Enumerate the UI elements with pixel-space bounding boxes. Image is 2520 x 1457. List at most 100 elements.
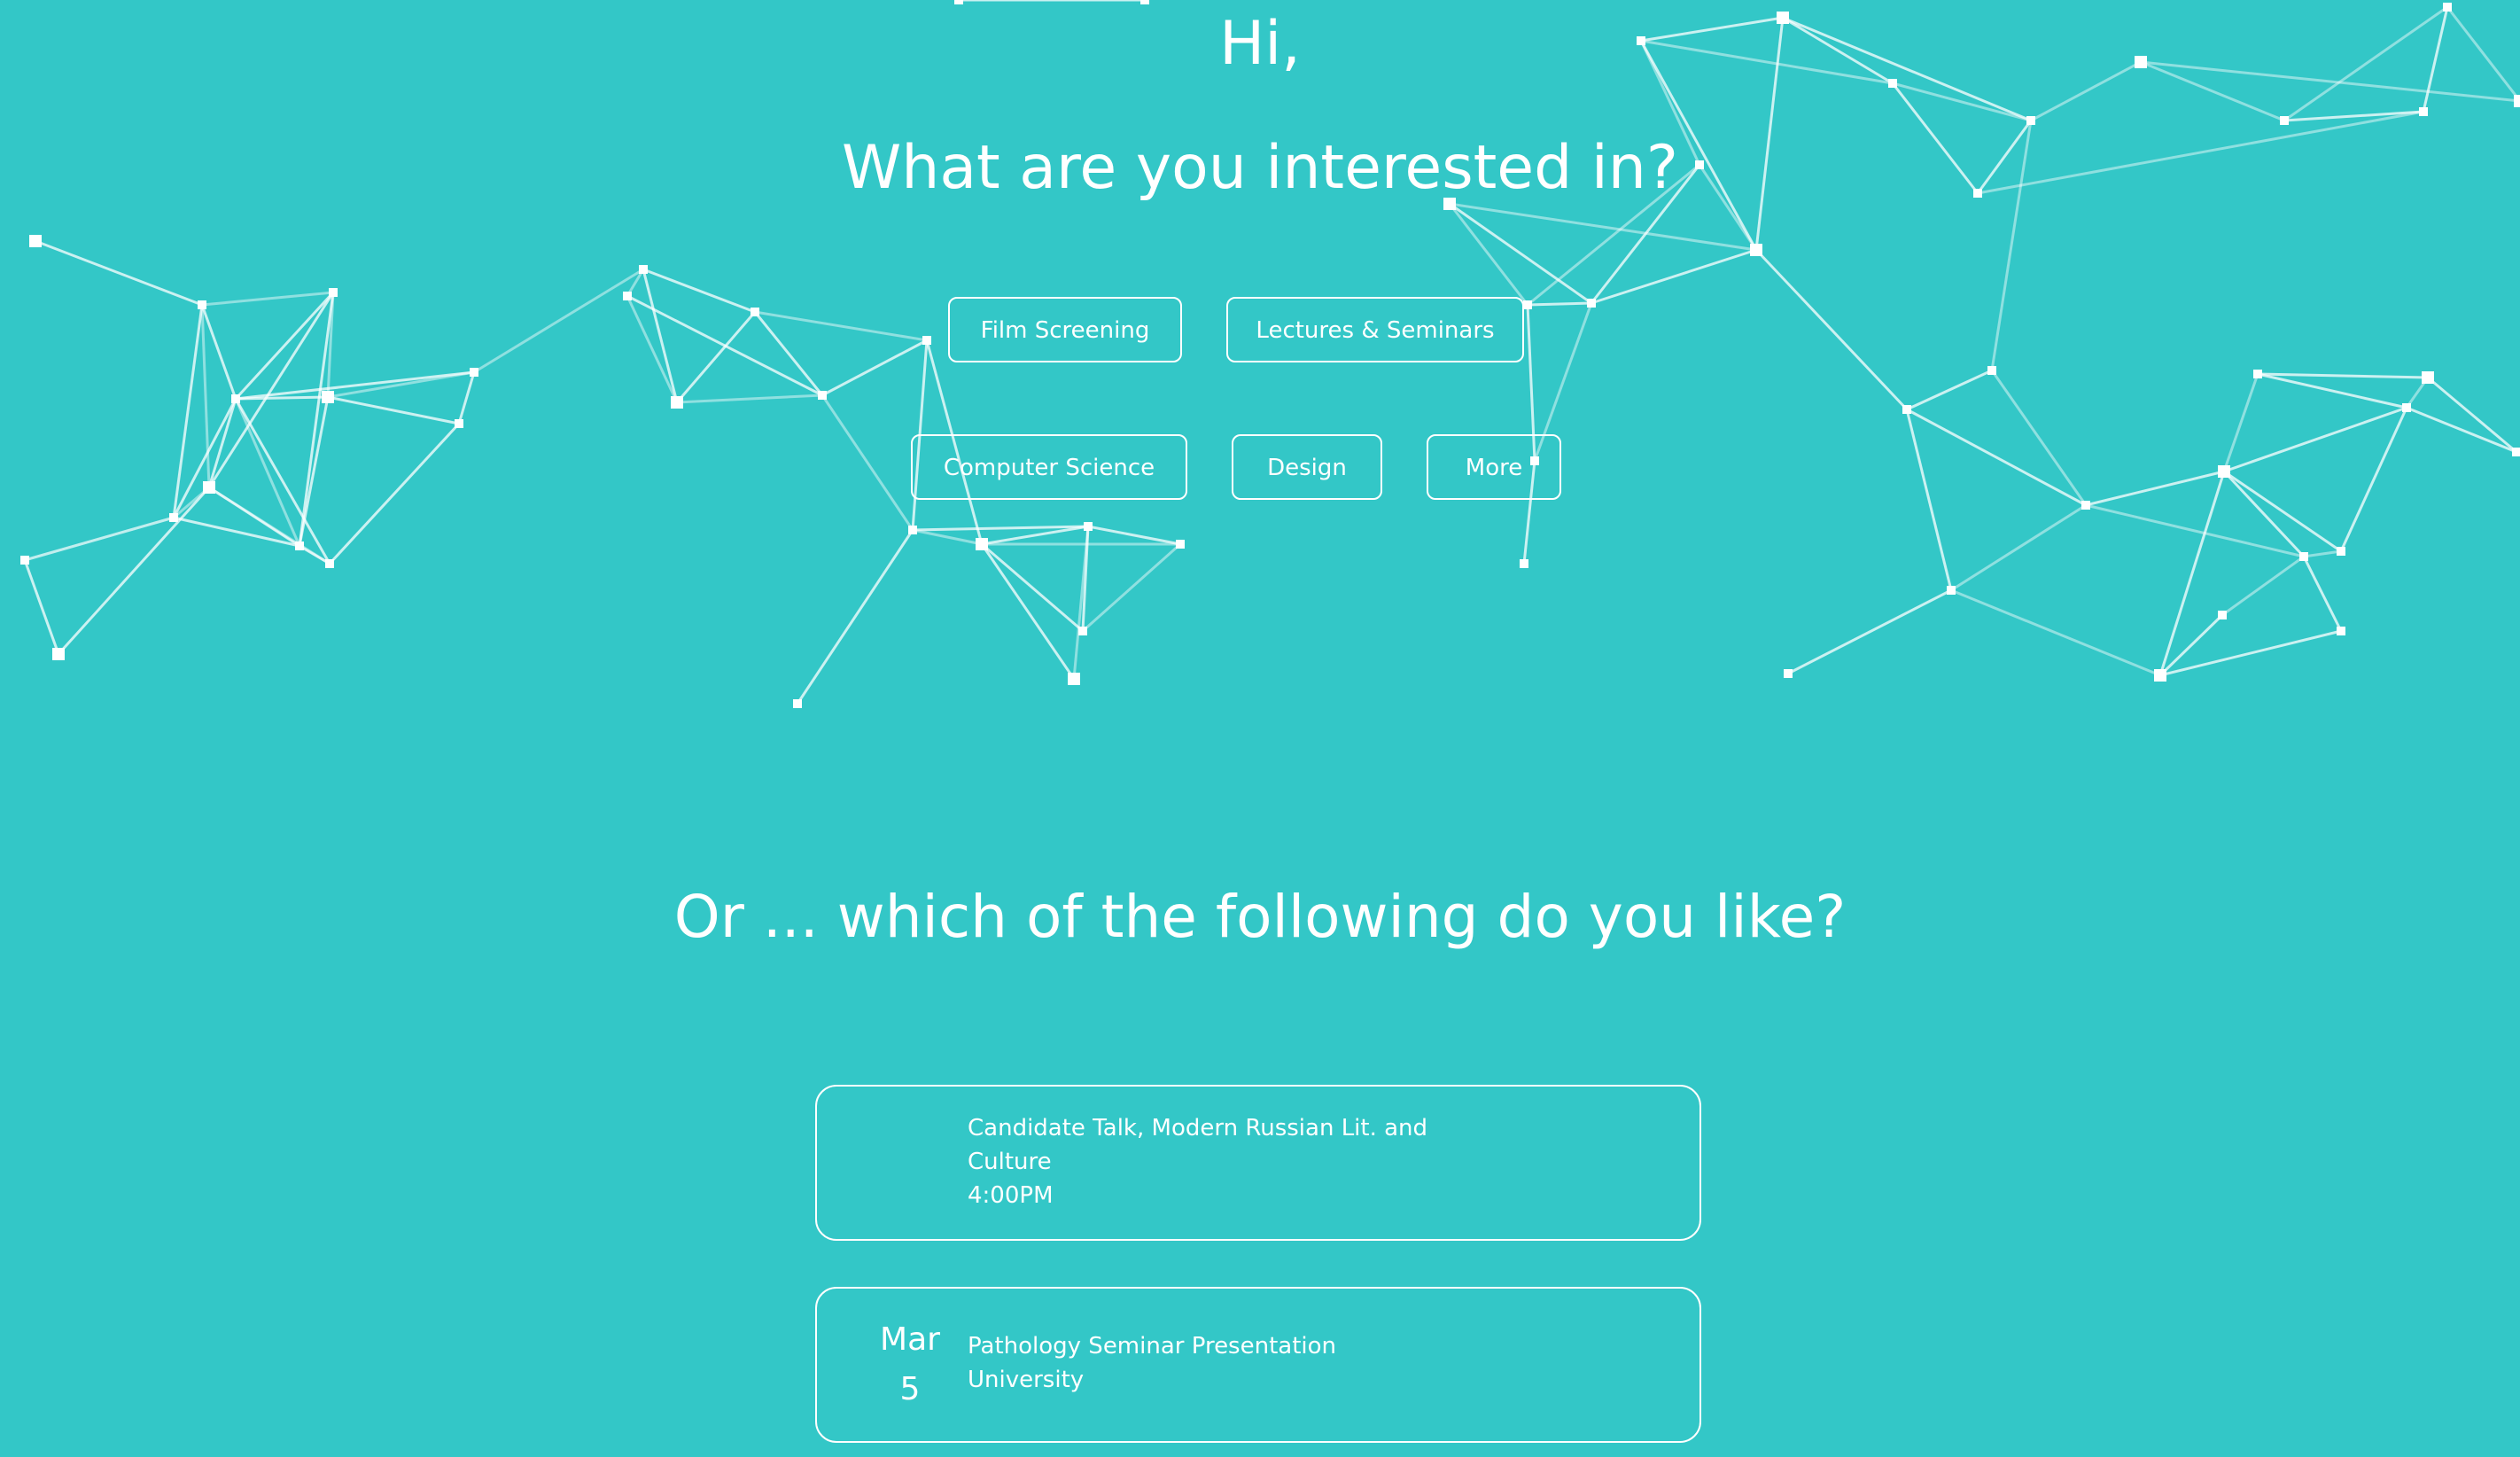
- network-node: [793, 699, 802, 708]
- network-node: [2514, 95, 2520, 107]
- network-node: [2337, 627, 2345, 635]
- network-line: [1087, 525, 1181, 546]
- network-node: [1068, 673, 1080, 685]
- network-line: [327, 395, 460, 425]
- network-line: [328, 422, 461, 565]
- event-card[interactable]: Candidate Talk, Modern Russian Lit. and …: [815, 1085, 1701, 1241]
- network-line: [642, 269, 679, 403]
- network-line: [626, 295, 679, 403]
- network-line: [2085, 503, 2305, 558]
- network-line: [1905, 409, 1953, 591]
- category-design-button[interactable]: Design: [1232, 434, 1382, 500]
- network-line: [1082, 542, 1181, 633]
- network-node: [2081, 501, 2090, 510]
- network-line: [1591, 248, 1757, 305]
- network-node: [198, 300, 206, 309]
- network-line: [298, 396, 330, 547]
- network-node: [2154, 669, 2166, 682]
- network-line: [57, 486, 211, 656]
- event-date: Mar 5: [852, 1315, 968, 1414]
- network-node: [455, 419, 463, 428]
- network-node: [1078, 627, 1087, 635]
- network-line: [172, 304, 204, 518]
- network-node: [1902, 405, 1911, 414]
- network-node: [2218, 611, 2227, 619]
- network-node: [20, 556, 29, 565]
- event-card[interactable]: Mar 5 Pathology Seminar Presentation Uni…: [815, 1287, 1701, 1443]
- network-line: [1990, 370, 2088, 506]
- network-line: [1527, 301, 1592, 307]
- network-line: [1950, 588, 2161, 677]
- network-line: [2427, 376, 2517, 454]
- network-line: [35, 239, 203, 307]
- network-line: [2221, 555, 2305, 617]
- network-node: [671, 396, 683, 409]
- network-line: [821, 339, 928, 397]
- network-node: [1176, 540, 1185, 549]
- network-line: [2406, 406, 2517, 454]
- network-node: [1084, 522, 1093, 531]
- network-line: [2223, 470, 2342, 553]
- network-line: [676, 393, 823, 404]
- network-line: [821, 394, 914, 531]
- network-node: [1784, 669, 1793, 678]
- network-line: [1892, 82, 2032, 122]
- network-node: [1947, 586, 1956, 595]
- network-node: [322, 391, 334, 403]
- event-detail: University: [968, 1367, 1085, 1393]
- network-node: [818, 391, 827, 400]
- network-node: [908, 526, 917, 534]
- network-node: [2299, 552, 2308, 561]
- network-line: [234, 291, 335, 401]
- network-line: [457, 371, 476, 425]
- network-node: [329, 288, 338, 297]
- network-node: [470, 368, 478, 377]
- network-line: [23, 559, 60, 655]
- network-line: [1072, 526, 1090, 680]
- category-film-screening-button[interactable]: Film Screening: [948, 297, 1182, 362]
- page: Hi, What are you interested in? Film Scr…: [0, 0, 2520, 1457]
- network-line: [1906, 369, 1993, 411]
- category-computer-science-button[interactable]: Computer Science: [911, 434, 1187, 500]
- network-line: [2302, 556, 2343, 632]
- network-line: [327, 370, 475, 399]
- network-line: [235, 370, 475, 401]
- greeting-heading: Hi,: [1219, 9, 1301, 79]
- category-lectures-seminars-button[interactable]: Lectures & Seminars: [1226, 297, 1524, 362]
- event-day: 5: [899, 1371, 921, 1407]
- network-line: [1787, 588, 1952, 675]
- network-node: [623, 292, 632, 300]
- network-line: [2257, 372, 2407, 409]
- network-node: [1987, 366, 1996, 375]
- network-node: [2218, 465, 2230, 478]
- network-node: [2402, 403, 2411, 412]
- network-line: [201, 291, 334, 307]
- network-node: [29, 235, 42, 247]
- network-line: [1449, 202, 1592, 305]
- network-node: [295, 542, 304, 550]
- network-line: [2257, 372, 2429, 379]
- event-title-line2: Culture: [968, 1149, 1052, 1175]
- network-line: [1906, 408, 2087, 507]
- network-line: [298, 292, 335, 547]
- network-node: [52, 648, 65, 660]
- network-node: [2512, 448, 2520, 456]
- network-line: [796, 529, 914, 705]
- network-line: [1754, 248, 1909, 411]
- network-line: [2085, 470, 2225, 507]
- network-node: [2253, 370, 2262, 378]
- network-line: [642, 268, 756, 314]
- network-line: [2339, 407, 2408, 552]
- suggestions-heading: Or ... which of the following do you lik…: [673, 883, 1847, 951]
- network-line: [2223, 406, 2407, 473]
- network-node: [2422, 371, 2434, 384]
- network-line: [24, 516, 175, 562]
- network-node: [1750, 244, 1762, 256]
- category-more-button[interactable]: More: [1427, 434, 1561, 500]
- network-node: [203, 481, 215, 494]
- network-line: [753, 311, 824, 396]
- network-line: [754, 310, 928, 342]
- network-line: [473, 268, 644, 374]
- network-node: [2337, 547, 2345, 556]
- network-line: [1448, 203, 1529, 306]
